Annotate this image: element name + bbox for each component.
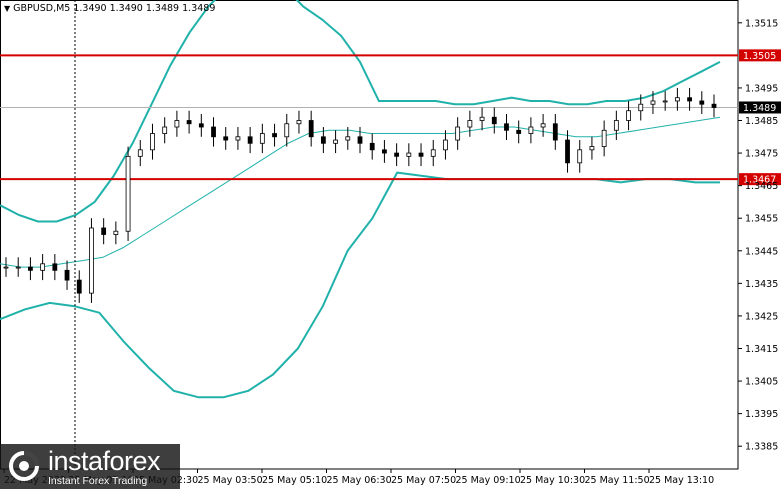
candle-body bbox=[101, 227, 107, 235]
price-tick-label: 1.3465 bbox=[745, 181, 778, 192]
time-tick-label: 25 May 06:30 bbox=[327, 475, 392, 486]
candle-body bbox=[613, 120, 619, 131]
candle-body bbox=[296, 120, 302, 125]
candle-body bbox=[198, 123, 204, 128]
instaforex-watermark: instaforex Instant Forex Trading bbox=[0, 444, 180, 489]
price-tick-label: 1.3385 bbox=[745, 442, 778, 453]
candles bbox=[3, 87, 717, 303]
candle-body bbox=[540, 123, 546, 128]
candle-body bbox=[223, 136, 229, 141]
candle-body bbox=[467, 120, 473, 128]
candle-body bbox=[394, 152, 400, 157]
resistance-level-label: 1.3505 bbox=[743, 51, 776, 62]
candle-body bbox=[382, 149, 387, 154]
price-tick-label: 1.3455 bbox=[745, 214, 778, 225]
horizontal-levels: 1.35051.34671.3489 bbox=[0, 49, 781, 186]
candle-body bbox=[455, 126, 461, 141]
symbol-ohlc-text: GBPUSD,M5 1.3490 1.3490 1.3489 1.3489 bbox=[13, 3, 216, 14]
candle-body bbox=[345, 136, 351, 141]
candle-body bbox=[662, 100, 668, 103]
candle-body bbox=[52, 263, 58, 271]
candle-body bbox=[443, 139, 448, 151]
time-tick-label: 25 May 10:30 bbox=[520, 475, 585, 486]
time-tick-label: 25 May 03:50 bbox=[198, 475, 263, 486]
bollinger-lower-line bbox=[0, 171, 720, 399]
candle-body bbox=[638, 103, 644, 112]
instaforex-ring-logo-icon bbox=[9, 450, 40, 481]
candle-body bbox=[3, 266, 9, 269]
candle-body bbox=[357, 136, 363, 144]
dropdown-triangle-icon[interactable]: ▼ bbox=[4, 4, 10, 13]
candle-body bbox=[64, 269, 70, 281]
candle-body bbox=[308, 120, 314, 138]
candle-body bbox=[516, 129, 522, 134]
price-chart[interactable]: 1.35051.34671.3489 1.35151.34951.34851.3… bbox=[0, 0, 781, 489]
time-tick-label: 25 May 09:10 bbox=[456, 475, 521, 486]
candle-body bbox=[430, 149, 436, 157]
candle-body bbox=[113, 230, 119, 235]
time-tick-label: 25 May 11:50 bbox=[585, 475, 650, 486]
candle-body bbox=[504, 123, 509, 131]
candle-body bbox=[674, 97, 680, 102]
chart-window[interactable]: 1.3505 1.3467 1.3489 1.3515 1.3495 1.3485 1.3… bbox=[0, 0, 781, 489]
candle-body bbox=[333, 139, 338, 144]
candle-body bbox=[577, 149, 583, 164]
price-axis: 1.3515 1.3495 1.3485 1.3475 1.3465 1.3455 1.34… bbox=[738, 18, 778, 453]
candle-body bbox=[186, 120, 192, 125]
candle-body bbox=[162, 126, 168, 134]
candle-body bbox=[89, 227, 94, 294]
bollinger-upper-line bbox=[0, 0, 721, 223]
candle-body bbox=[320, 136, 326, 144]
plot-frame bbox=[0, 0, 739, 470]
candle-body bbox=[125, 155, 131, 232]
candle-body bbox=[565, 139, 570, 164]
candle-body bbox=[150, 133, 155, 151]
candle-body bbox=[235, 136, 241, 141]
current-price-label: 1.3489 bbox=[743, 103, 776, 114]
candle-body bbox=[491, 116, 497, 125]
candle-body bbox=[272, 133, 277, 138]
candle-body bbox=[711, 103, 717, 108]
price-tick-label: 1.3475 bbox=[745, 149, 778, 160]
candle-body bbox=[687, 97, 692, 102]
symbol-header: ▼ GBPUSD,M5 1.3490 1.3490 1.3489 1.3489 bbox=[4, 3, 215, 14]
candle-body bbox=[137, 149, 143, 157]
candle-body bbox=[28, 266, 33, 271]
price-tick-label: 1.3425 bbox=[745, 311, 778, 322]
candle-body bbox=[76, 279, 82, 294]
price-tick-label: 1.3435 bbox=[745, 279, 778, 290]
candle-body bbox=[406, 152, 412, 157]
candle-body bbox=[15, 266, 21, 269]
price-tick-label: 1.3395 bbox=[745, 409, 778, 420]
candle-body bbox=[247, 136, 253, 144]
time-tick-label: 25 May 13:10 bbox=[649, 475, 714, 486]
price-tick-label: 1.3405 bbox=[745, 377, 778, 388]
candle-body bbox=[552, 123, 558, 141]
candle-body bbox=[40, 263, 46, 271]
candle-body bbox=[418, 152, 424, 157]
time-tick-label: 25 May 05:10 bbox=[262, 475, 327, 486]
time-tick-label: 25 May 07:50 bbox=[391, 475, 456, 486]
candle-body bbox=[601, 129, 607, 147]
candle-body bbox=[650, 100, 656, 105]
candle-body bbox=[259, 133, 265, 144]
price-tick-label: 1.3515 bbox=[745, 18, 778, 29]
candle-body bbox=[528, 126, 534, 134]
candle-body bbox=[284, 123, 290, 138]
price-tick-label: 1.3445 bbox=[745, 246, 778, 257]
candle-body bbox=[174, 120, 180, 128]
candle-body bbox=[369, 142, 375, 151]
candle-body bbox=[479, 116, 485, 121]
price-tick-label: 1.3495 bbox=[745, 83, 778, 94]
watermark-brand: instaforex bbox=[48, 446, 161, 476]
candle-body bbox=[699, 100, 705, 105]
candle-body bbox=[589, 146, 595, 151]
candle-body bbox=[211, 126, 216, 138]
grid-layer bbox=[0, 0, 739, 470]
price-tick-label: 1.3485 bbox=[745, 116, 778, 127]
price-tick-label: 1.3415 bbox=[745, 344, 778, 355]
candle-body bbox=[626, 110, 631, 121]
bollinger-bands bbox=[0, 0, 721, 399]
watermark-tagline: Instant Forex Trading bbox=[48, 475, 148, 487]
